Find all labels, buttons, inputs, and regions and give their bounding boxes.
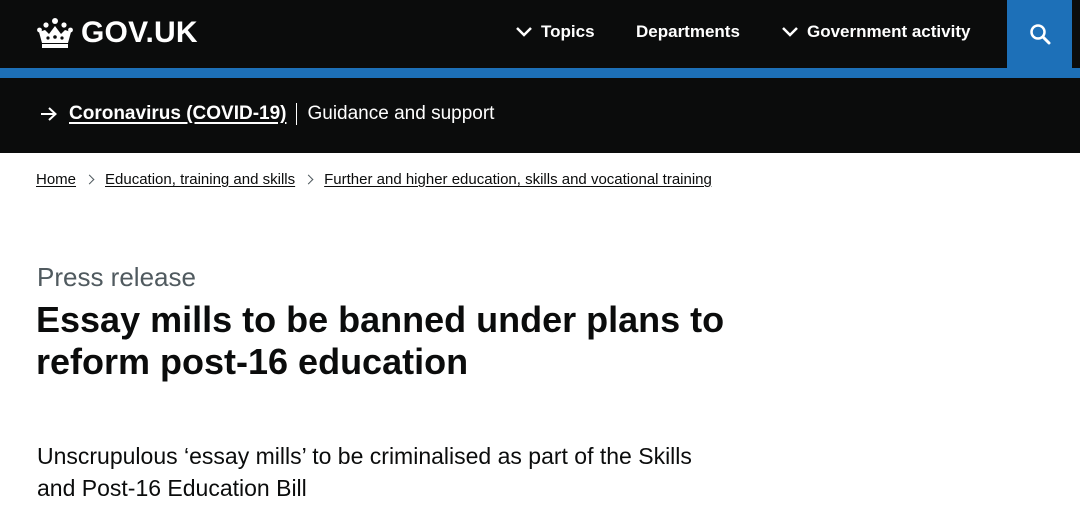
logo-text: GOV.UK — [81, 16, 198, 49]
nav-topics-label: Topics — [541, 22, 595, 41]
page-lede: Unscrupulous ‘essay mills’ to be crimina… — [37, 443, 692, 501]
govuk-logo-link[interactable]: GOV.UK — [36, 16, 198, 50]
breadcrumb-home[interactable]: Home — [36, 171, 76, 188]
chevron-down-icon — [782, 27, 798, 37]
nav-departments-link[interactable]: Departments — [636, 22, 740, 42]
page-title: Essay mills to be banned under plans to … — [36, 299, 725, 382]
covid-subtitle: Guidance and support — [307, 103, 495, 124]
header-blue-bar — [0, 68, 1080, 78]
covid-banner-content: Coronavirus (COVID-19) Guidance and supp… — [40, 103, 494, 125]
covid-banner: Coronavirus (COVID-19) Guidance and supp… — [0, 78, 1080, 153]
chevron-down-icon — [516, 27, 532, 37]
breadcrumb-separator-icon — [84, 174, 95, 185]
breadcrumb: Home Education, training and skills Furt… — [36, 171, 712, 188]
search-button[interactable] — [1007, 0, 1072, 68]
breadcrumb-education[interactable]: Education, training and skills — [105, 171, 295, 188]
nav-topics-button[interactable]: Topics — [515, 22, 595, 42]
nav-government-activity-label: Government activity — [807, 22, 971, 41]
site-header: GOV.UK Topics Departments Government act… — [0, 0, 1080, 68]
search-icon — [1029, 24, 1050, 45]
nav-government-activity-button[interactable]: Government activity — [781, 22, 970, 42]
arrow-right-icon — [41, 107, 57, 121]
breadcrumb-further-higher-education[interactable]: Further and higher education, skills and… — [324, 171, 712, 188]
crown-icon — [37, 18, 73, 48]
banner-divider — [296, 103, 298, 125]
breadcrumb-separator-icon — [303, 174, 314, 185]
nav-departments-label: Departments — [636, 22, 740, 41]
page-caption: Press release — [37, 262, 196, 292]
covid-link[interactable]: Coronavirus (COVID-19) — [69, 103, 286, 125]
